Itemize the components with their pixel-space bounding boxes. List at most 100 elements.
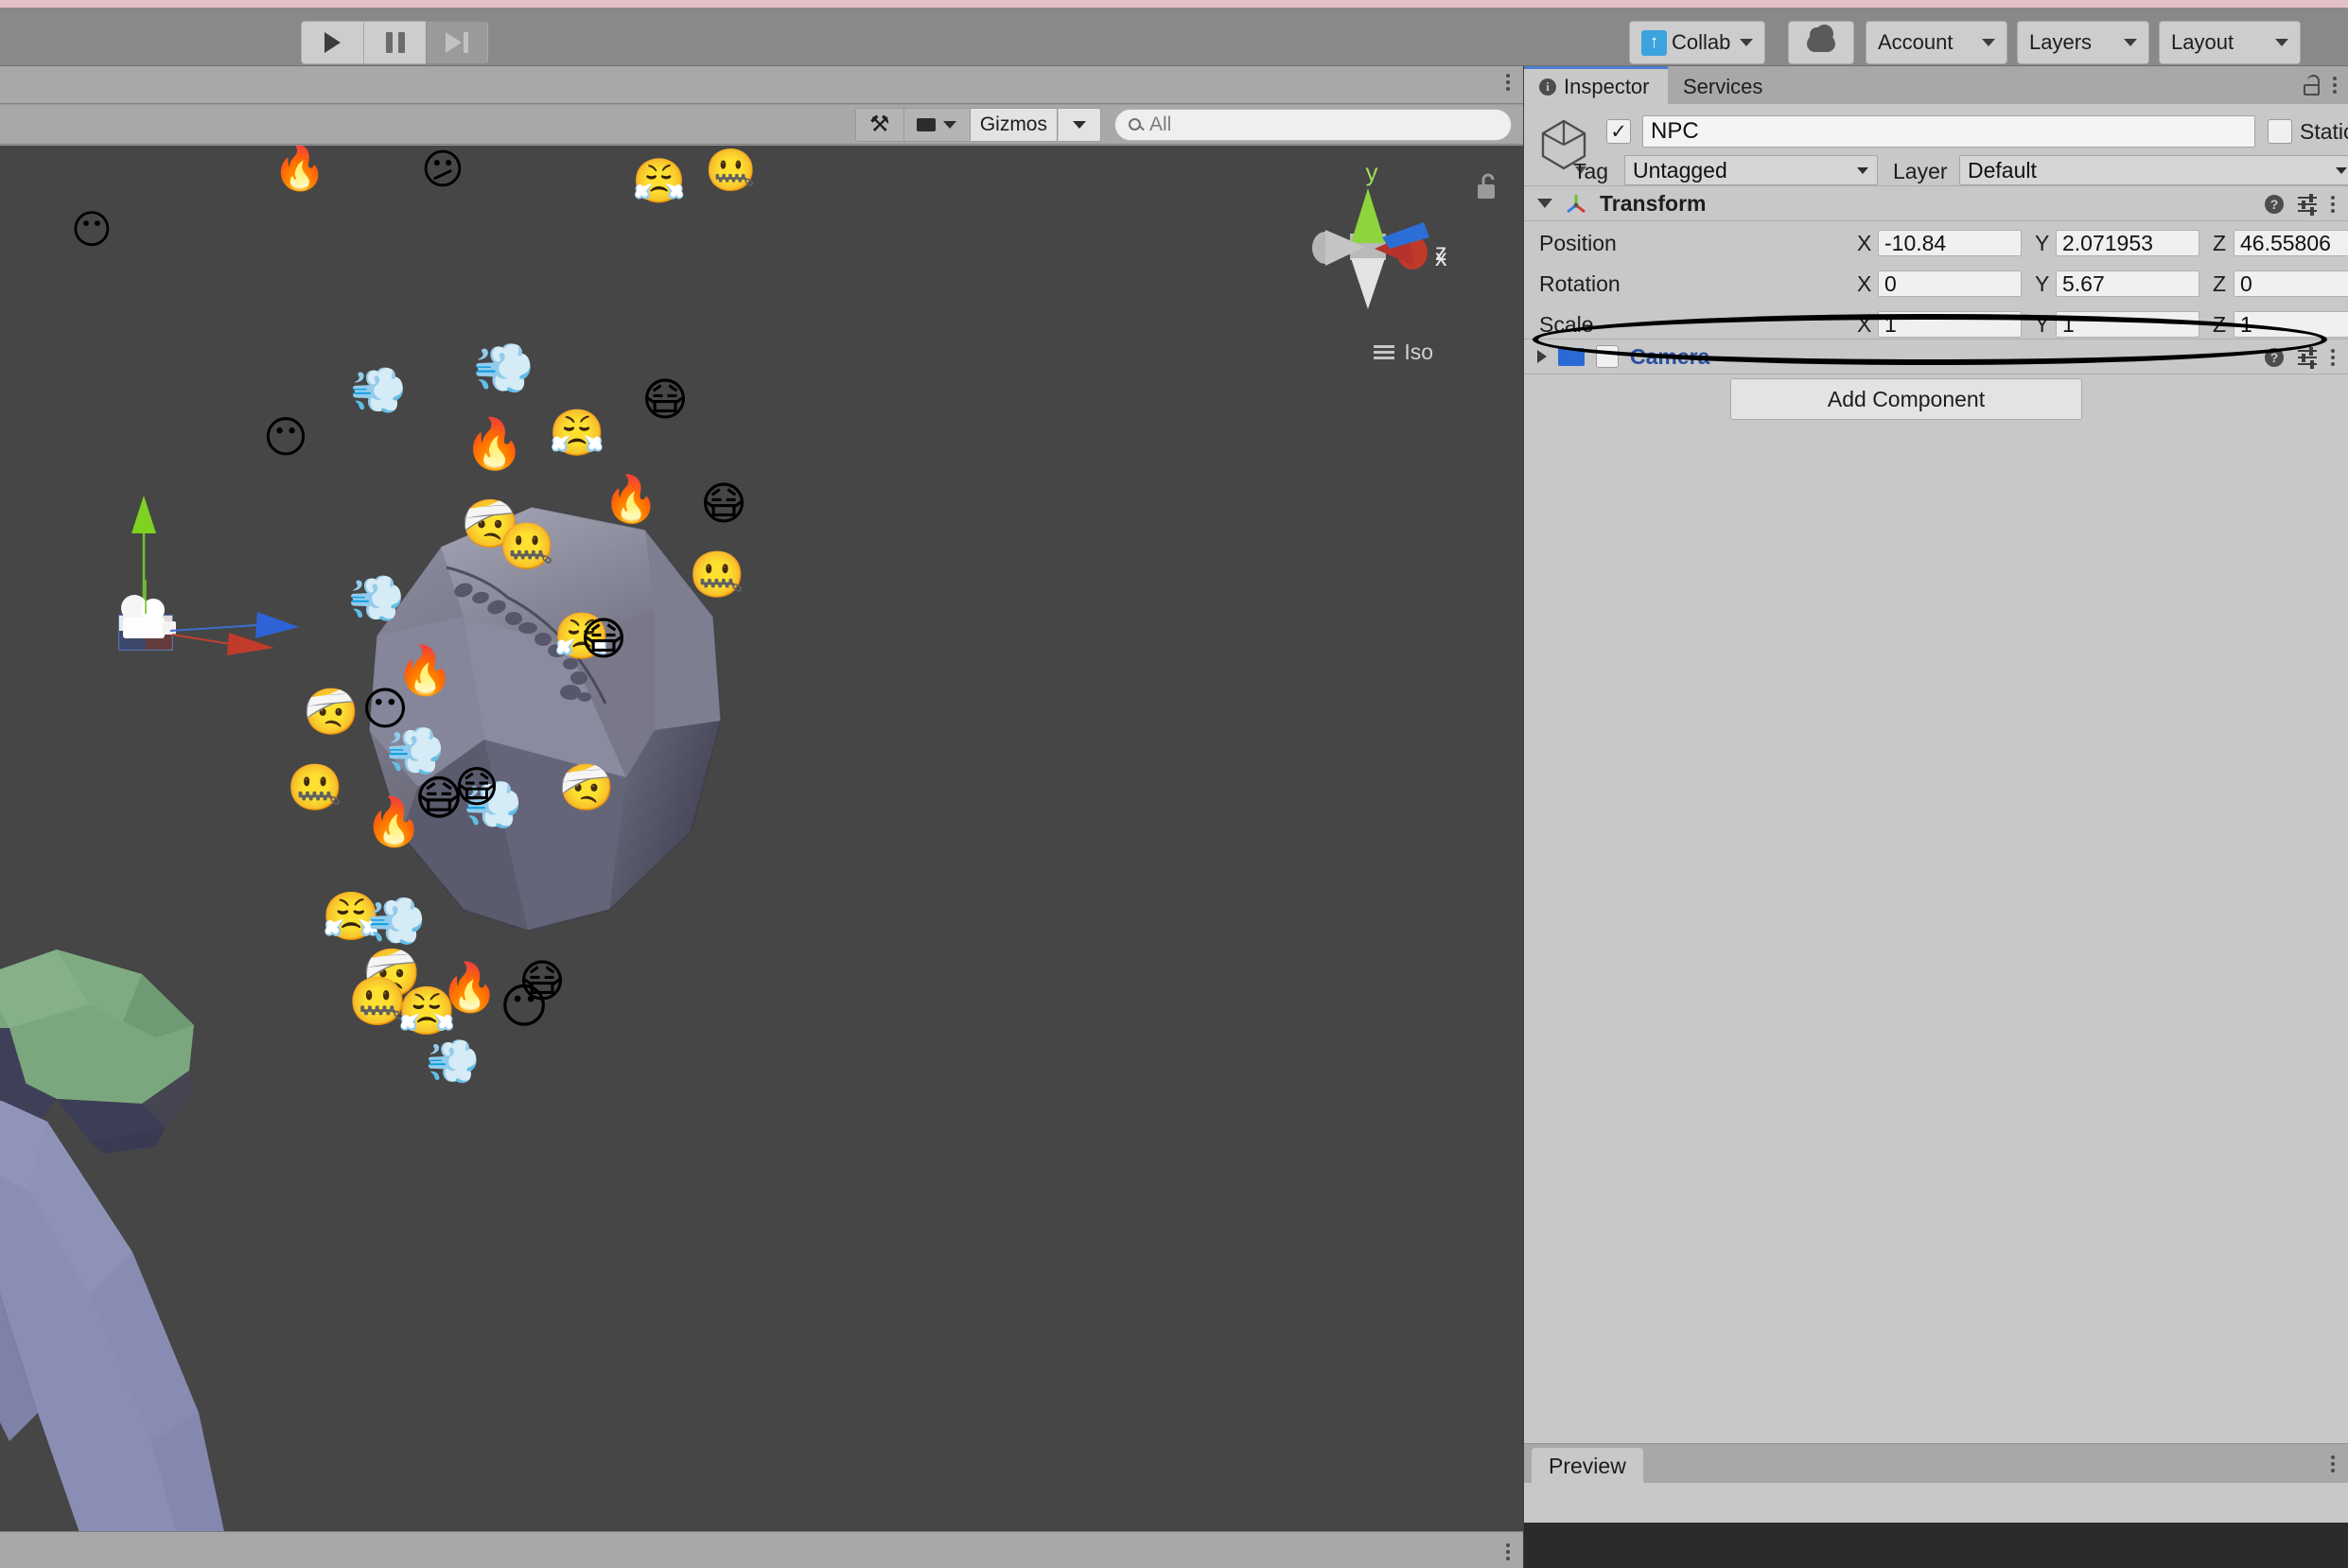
emoji-sprite[interactable]: 🤐: [705, 150, 757, 192]
position-y-input[interactable]: 2.071953: [2056, 230, 2199, 256]
emoji-sprite[interactable]: 🔥: [272, 146, 326, 189]
foldout-collapsed-icon[interactable]: [1537, 350, 1547, 363]
emoji-sprite[interactable]: 😷: [580, 617, 627, 662]
emoji-sprite[interactable]: 🔥: [603, 477, 659, 522]
scene-orientation-gizmo[interactable]: y z x: [1291, 160, 1452, 330]
scene-lock-open-icon[interactable]: [1475, 172, 1499, 200]
scale-y-input[interactable]: 1: [2056, 311, 2199, 338]
gizmos-label: Gizmos: [979, 113, 1047, 135]
emoji-sprite[interactable]: 😤: [632, 159, 686, 202]
position-y-axis-label: Y: [2035, 230, 2050, 255]
preset-settings-icon[interactable]: [2298, 194, 2317, 216]
position-x-input[interactable]: -10.84: [1878, 230, 2022, 256]
emoji-sprite[interactable]: 💨: [386, 727, 445, 775]
transform-component-header[interactable]: Transform ?: [1524, 185, 2348, 221]
chevron-down-icon: [1740, 39, 1754, 46]
rotation-z-input[interactable]: 0: [2234, 270, 2348, 297]
projection-mode-text: Iso: [1404, 340, 1433, 364]
emoji-sprite[interactable]: 💨: [473, 344, 534, 393]
rotation-z-axis-label: Z: [2213, 270, 2227, 296]
inspector-kebab-menu-icon[interactable]: [2333, 77, 2337, 94]
emoji-sprite[interactable]: 🔥: [364, 798, 423, 845]
collab-button[interactable]: ↑ Collab: [1629, 21, 1766, 64]
preview-kebab-menu-icon[interactable]: [2331, 1455, 2335, 1472]
play-button[interactable]: [301, 21, 363, 64]
scene-search-placeholder: All: [1149, 113, 1172, 135]
pause-button[interactable]: [363, 21, 426, 64]
chevron-down-icon: [1982, 39, 1995, 46]
camera-gizmo[interactable]: [114, 576, 322, 671]
rotation-y-axis-label: Y: [2035, 270, 2050, 296]
emoji-sprite[interactable]: 😶: [263, 415, 308, 459]
emoji-sprite[interactable]: 💨: [348, 576, 405, 621]
preview-tab[interactable]: Preview: [1532, 1448, 1643, 1484]
inspector-tabbar: i Inspector Services: [1524, 66, 2348, 104]
emoji-sprite[interactable]: 💨: [350, 368, 407, 413]
help-icon[interactable]: ?: [2265, 348, 2284, 367]
scene-kebab-menu-icon[interactable]: [1506, 74, 1510, 91]
gameobject-name-input[interactable]: NPC: [1642, 115, 2255, 148]
emoji-sprite[interactable]: 🤕: [558, 765, 615, 810]
static-checkbox[interactable]: [2268, 119, 2292, 144]
static-label-text: Static: [2300, 119, 2348, 144]
emoji-sprite[interactable]: 😷: [700, 481, 747, 527]
foldout-expanded-icon[interactable]: [1537, 199, 1552, 208]
scene-viewport[interactable]: 😶 🔥 😕 😤 🤐 😶 💨 💨 🔥 😤 😷 🤕 🤐 🔥 😷 🤐 💨 😤 😷 🔥 🤕 😶 🤐 💨 😷 💨 😷 🔥 🤕 😤 💨 🤕 🤐 😤 🔥 💨 😶 😷 y…: [0, 146, 1523, 1531]
scale-x-axis-label: X: [1857, 311, 1872, 337]
tab-inspector[interactable]: i Inspector: [1524, 69, 1668, 104]
emoji-sprite[interactable]: 🤐: [287, 765, 343, 810]
scene-bottom-kebab-menu-icon[interactable]: [1506, 1543, 1510, 1560]
scale-x-input[interactable]: 1: [1878, 311, 2022, 338]
emoji-sprite[interactable]: 😷: [641, 377, 689, 423]
emoji-sprite[interactable]: 😕: [421, 149, 464, 191]
camera-kebab-menu-icon[interactable]: [2331, 349, 2335, 366]
camera-enabled-checkbox[interactable]: [1596, 345, 1619, 368]
camera-component-header[interactable]: Camera ?: [1524, 339, 2348, 375]
account-button[interactable]: Account: [1866, 21, 2007, 64]
scene-search-input[interactable]: All: [1114, 108, 1512, 141]
account-label: Account: [1878, 30, 1954, 54]
scale-z-input[interactable]: 1: [2234, 311, 2348, 338]
emoji-sprite[interactable]: 🤐: [689, 552, 745, 598]
camera-icon: [917, 117, 937, 131]
scale-z-axis-label: Z: [2213, 311, 2227, 337]
collab-label: Collab: [1672, 30, 1731, 54]
add-component-button[interactable]: Add Component: [1730, 378, 2082, 420]
emoji-sprite[interactable]: 🤐: [499, 524, 555, 569]
emoji-sprite[interactable]: 💨: [426, 1039, 480, 1083]
rotation-y-input[interactable]: 5.67: [2056, 270, 2199, 297]
tag-dropdown[interactable]: Untagged: [1624, 155, 1878, 185]
emoji-sprite[interactable]: 😷: [518, 959, 566, 1004]
cloud-button[interactable]: [1788, 21, 1854, 64]
emoji-sprite[interactable]: 🔥: [464, 420, 525, 469]
emoji-sprite[interactable]: 🤕: [303, 689, 359, 735]
static-dropdown[interactable]: Static: [2300, 119, 2348, 145]
emoji-sprite[interactable]: 😶: [71, 210, 113, 250]
gizmos-button[interactable]: Gizmos: [970, 107, 1058, 142]
tab-services[interactable]: Services: [1668, 69, 1778, 104]
emoji-sprite[interactable]: 💨: [367, 897, 426, 945]
scene-camera-button[interactable]: [903, 107, 971, 142]
step-button[interactable]: [426, 21, 488, 64]
emoji-sprite[interactable]: 🔥: [440, 964, 499, 1011]
add-component-label: Add Component: [1827, 386, 1986, 411]
layout-button[interactable]: Layout: [2159, 21, 2301, 64]
rotation-x-input[interactable]: 0: [1878, 270, 2022, 297]
play-icon: [324, 32, 341, 53]
camera-component-title: Camera: [1630, 343, 1710, 369]
help-icon[interactable]: ?: [2265, 195, 2284, 214]
gameobject-enabled-checkbox[interactable]: ✓: [1606, 119, 1631, 144]
scene-projection-label[interactable]: Iso: [1374, 340, 1433, 365]
inspector-lock-open-icon[interactable]: [2304, 75, 2320, 96]
playmode-controls: [301, 21, 488, 64]
gizmos-dropdown-button[interactable]: [1058, 107, 1101, 142]
scene-tools-button[interactable]: ⚒: [854, 107, 904, 142]
transform-kebab-menu-icon[interactable]: [2331, 196, 2335, 213]
layer-dropdown[interactable]: Default: [1959, 155, 2348, 185]
emoji-sprite[interactable]: 😷: [454, 765, 499, 809]
position-z-input[interactable]: 46.55806: [2234, 230, 2348, 256]
chevron-down-icon: [943, 120, 957, 129]
emoji-sprite[interactable]: 😤: [549, 410, 605, 456]
layers-button[interactable]: Layers: [2017, 21, 2149, 64]
preset-settings-icon[interactable]: [2298, 347, 2317, 369]
